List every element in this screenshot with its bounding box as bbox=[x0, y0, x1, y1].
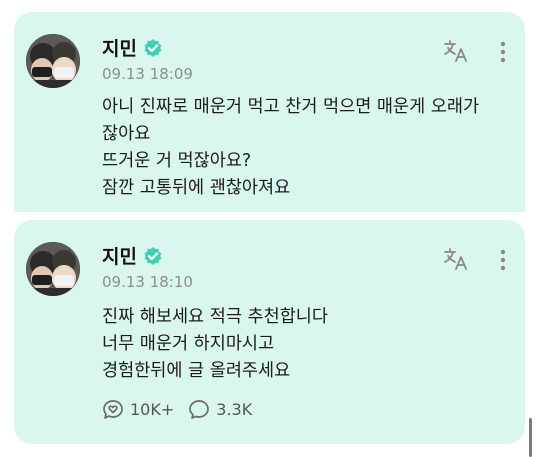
more-vertical-icon[interactable] bbox=[499, 40, 507, 64]
post-card[interactable]: 지민 09.13 18:10 진짜 해보세요 적극 추천합니다 너무 매운거 하… bbox=[14, 220, 525, 444]
more-vertical-icon[interactable] bbox=[499, 248, 507, 272]
comment-button[interactable]: 3.3K bbox=[188, 398, 252, 420]
post-line: 경험한뒤에 글 올려주세요 bbox=[102, 361, 291, 381]
comment-bubble-icon bbox=[189, 400, 210, 419]
translate-icon[interactable] bbox=[443, 39, 469, 63]
post-line: 잠깐 고통뒤에 괜찮아져요 bbox=[102, 178, 291, 198]
like-button[interactable]: 10K+ bbox=[102, 398, 174, 420]
post-line: 진짜 해보세요 적극 추천합니다 bbox=[102, 307, 328, 327]
author-row: 지민 bbox=[102, 242, 163, 269]
post-actions: 10K+ 3.3K bbox=[102, 398, 252, 420]
post-body: 아니 진짜로 매운거 먹고 찬거 먹으면 매운게 오래가 잖아요 뜨거운 거 먹… bbox=[102, 94, 501, 202]
avatar[interactable] bbox=[26, 34, 80, 88]
timestamp: 09.13 18:09 bbox=[102, 65, 193, 83]
post-line: 뜨거운 거 먹잖아요? bbox=[102, 151, 252, 171]
scrollbar[interactable] bbox=[529, 418, 532, 457]
verified-badge-icon bbox=[143, 38, 163, 58]
author-row: 지민 bbox=[102, 34, 163, 61]
like-count: 10K+ bbox=[130, 399, 175, 419]
post-line: 너무 매운거 하지마시고 bbox=[102, 334, 275, 354]
verified-badge-icon bbox=[143, 246, 163, 266]
timestamp: 09.13 18:10 bbox=[102, 273, 193, 291]
post-card[interactable]: 지민 09.13 18:09 아니 진짜로 매운거 먹고 찬거 먹으면 매운게 … bbox=[14, 12, 525, 212]
avatar[interactable] bbox=[26, 242, 80, 296]
post-line: 잖아요 bbox=[102, 124, 151, 144]
translate-icon[interactable] bbox=[443, 247, 469, 271]
comment-count: 3.3K bbox=[216, 399, 253, 419]
bubble-heart-icon bbox=[103, 400, 123, 419]
post-body: 진짜 해보세요 적극 추천합니다 너무 매운거 하지마시고 경험한뒤에 글 올려… bbox=[102, 304, 501, 385]
author-name[interactable]: 지민 bbox=[102, 34, 137, 61]
post-line: 아니 진짜로 매운거 먹고 찬거 먹으면 매운게 오래가 bbox=[102, 97, 480, 117]
author-name[interactable]: 지민 bbox=[102, 242, 137, 269]
